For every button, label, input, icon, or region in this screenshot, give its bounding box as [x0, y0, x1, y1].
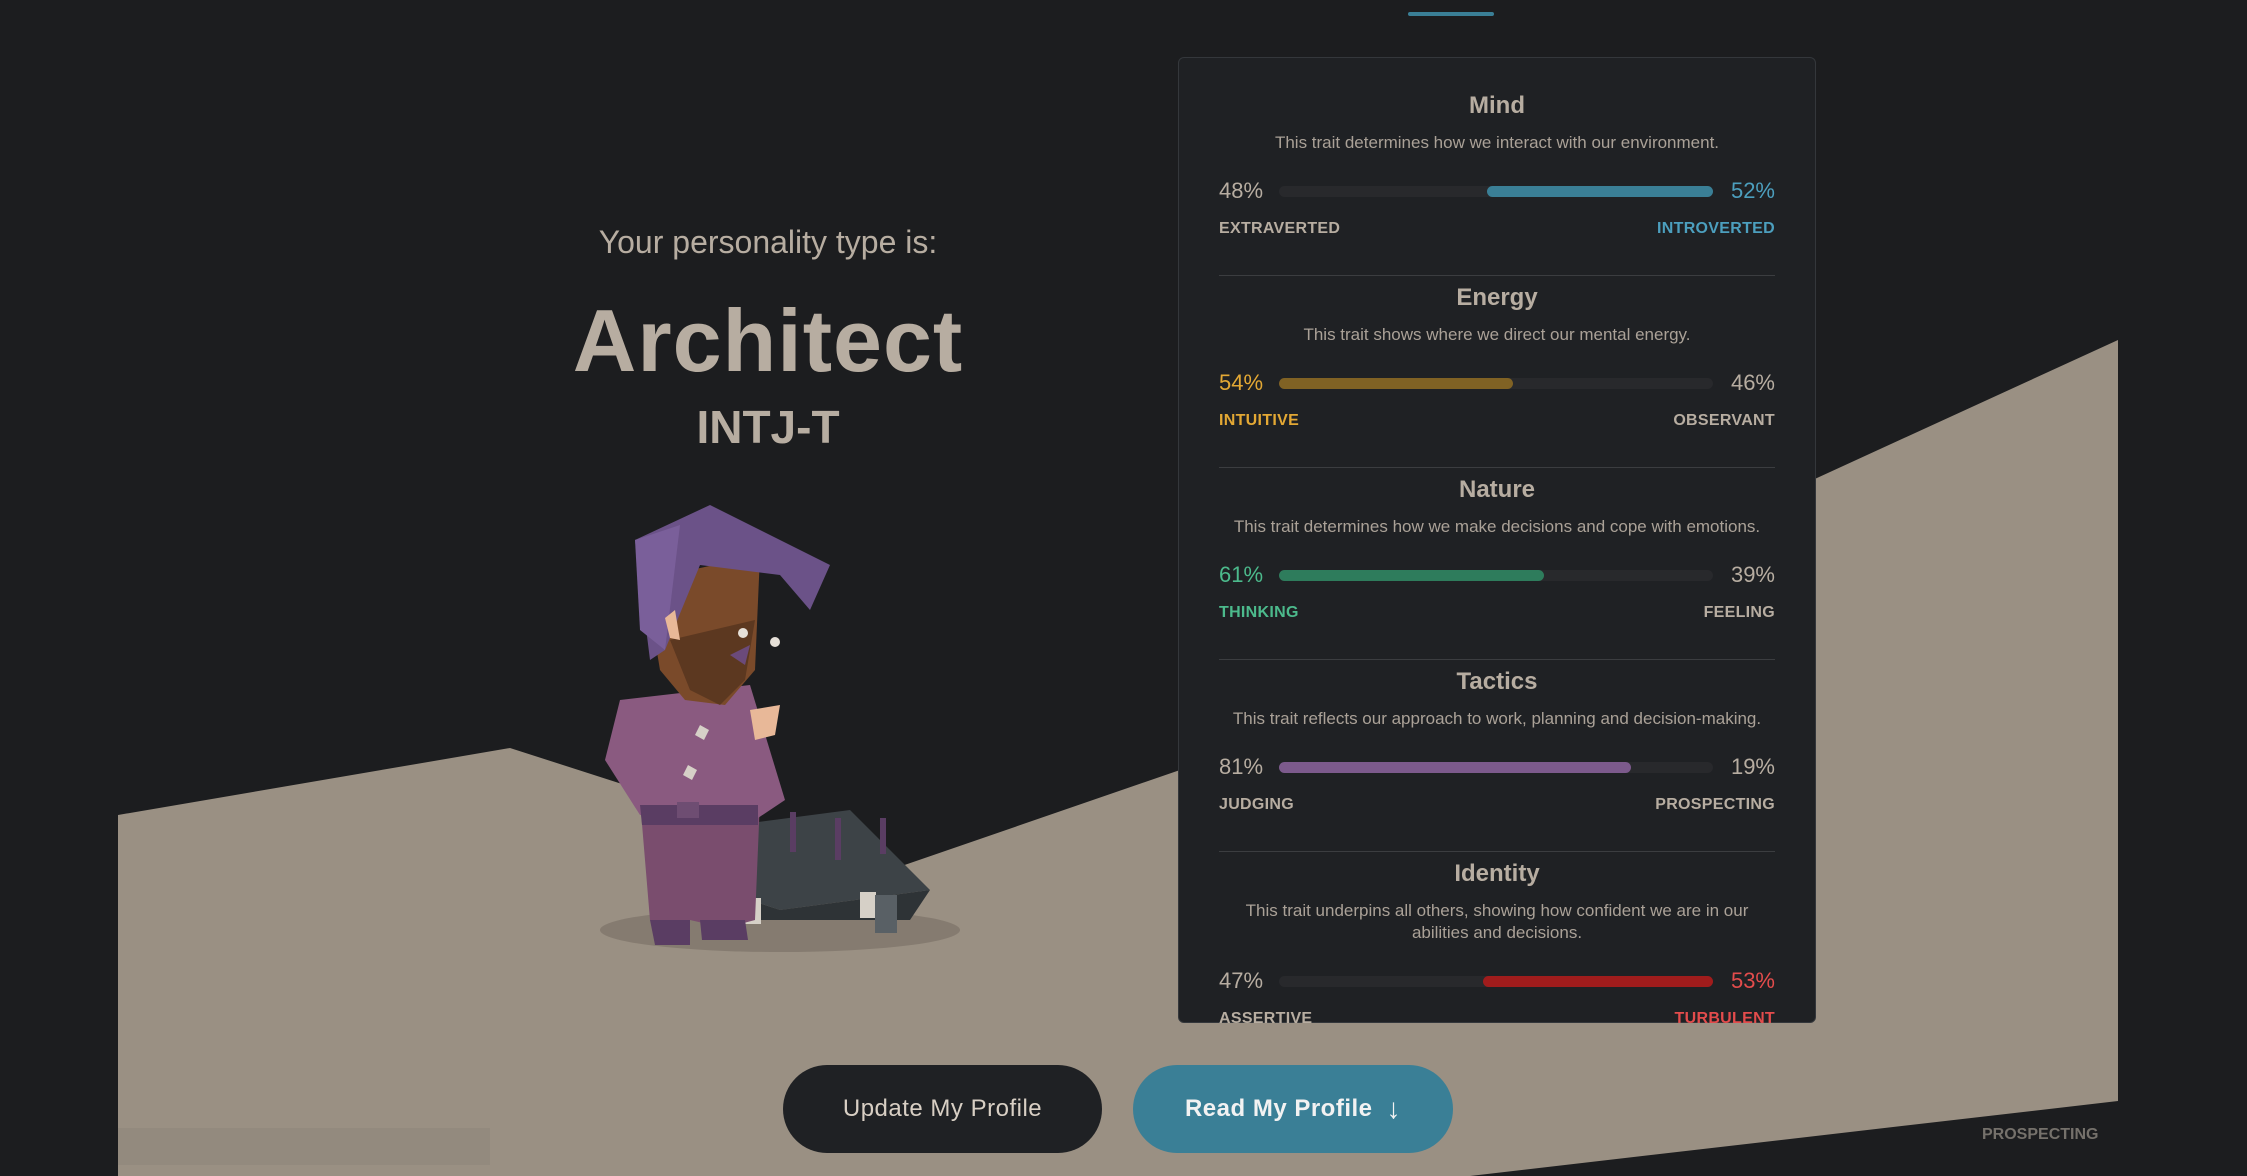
arrow-down-icon: ↓ — [1386, 1093, 1402, 1124]
trait-left-label: ASSERTIVE — [1219, 1010, 1313, 1027]
trait-mind: Mind This trait determines how we intera… — [1219, 92, 1775, 276]
trait-bar-fill — [1279, 761, 1631, 773]
trait-bar-fill — [1482, 975, 1713, 987]
trait-description: This trait determines how we interact wi… — [1274, 133, 1720, 152]
trait-right-percent: 19% — [1730, 754, 1775, 779]
personality-type-name: Architect — [572, 291, 964, 390]
trait-tactics: Tactics This trait reflects our approach… — [1219, 668, 1775, 852]
trait-right-percent: 46% — [1730, 370, 1775, 395]
trait-left-label: EXTRAVERTED — [1219, 220, 1341, 237]
landscape-ground — [118, 340, 2118, 1176]
trait-description: This trait determines how we make decisi… — [1233, 517, 1761, 536]
trait-left-percent: 81% — [1219, 754, 1264, 779]
trait-bar-fill — [1279, 377, 1514, 389]
trait-left-label: JUDGING — [1219, 796, 1294, 813]
trait-left-percent: 61% — [1219, 562, 1264, 587]
architect-illustration — [600, 505, 960, 952]
update-profile-label: Update My Profile — [842, 1095, 1043, 1122]
trait-title: Energy — [1456, 284, 1538, 311]
trait-bar — [1279, 975, 1713, 987]
trait-bar — [1279, 761, 1713, 773]
trait-right-label: OBSERVANT — [1673, 412, 1775, 429]
trait-right-percent: 53% — [1730, 968, 1775, 993]
trait-title: Tactics — [1456, 668, 1538, 695]
trait-bar-fill — [1487, 185, 1713, 197]
trait-bar — [1279, 569, 1713, 581]
trait-bar — [1279, 377, 1713, 389]
trait-right-label: INTROVERTED — [1657, 220, 1775, 237]
trait-right-label: FEELING — [1703, 604, 1775, 621]
trait-description: This trait underpins all others, showing… — [1245, 901, 1749, 942]
trait-right-percent: 39% — [1730, 562, 1775, 587]
traits-panel: Mind This trait determines how we intera… — [1178, 57, 1816, 1027]
read-profile-label: Read My Profile — [1184, 1095, 1373, 1122]
trait-left-percent: 47% — [1219, 968, 1264, 993]
trait-left-label: THINKING — [1219, 604, 1299, 621]
trait-left-percent: 48% — [1219, 178, 1264, 203]
trait-right-label: TURBULENT — [1674, 1010, 1775, 1027]
trait-left-label: INTUITIVE — [1219, 412, 1300, 429]
trait-energy: Energy This trait shows where we direct … — [1219, 284, 1775, 468]
read-profile-button[interactable]: Read My Profile ↓ — [1133, 1065, 1453, 1153]
trait-title: Nature — [1458, 476, 1536, 503]
update-profile-button[interactable]: Update My Profile — [783, 1065, 1102, 1153]
trait-description: This trait reflects our approach to work… — [1232, 709, 1762, 728]
trait-nature: Nature This trait determines how we make… — [1219, 476, 1775, 660]
trait-right-label: PROSPECTING — [1655, 796, 1775, 813]
personality-intro: Your personality type is: — [598, 224, 938, 260]
trait-description: This trait shows where we direct our men… — [1303, 325, 1691, 344]
trait-right-percent: 52% — [1730, 178, 1775, 203]
landscape-shadow-strip — [118, 1128, 490, 1165]
trait-left-percent: 54% — [1219, 370, 1264, 395]
trait-title: Identity — [1454, 860, 1540, 887]
trait-bar-fill — [1279, 569, 1544, 581]
trait-title: Mind — [1469, 92, 1525, 119]
top-tab-indicator — [1408, 12, 1494, 16]
background-ghost-label: PROSPECTING — [1982, 1126, 2099, 1143]
background-landscape — [118, 340, 2118, 1176]
trait-bar — [1279, 185, 1713, 197]
personality-type-code: INTJ-T — [696, 401, 840, 453]
trait-identity: Identity This trait underpins all others… — [1219, 860, 1775, 1060]
